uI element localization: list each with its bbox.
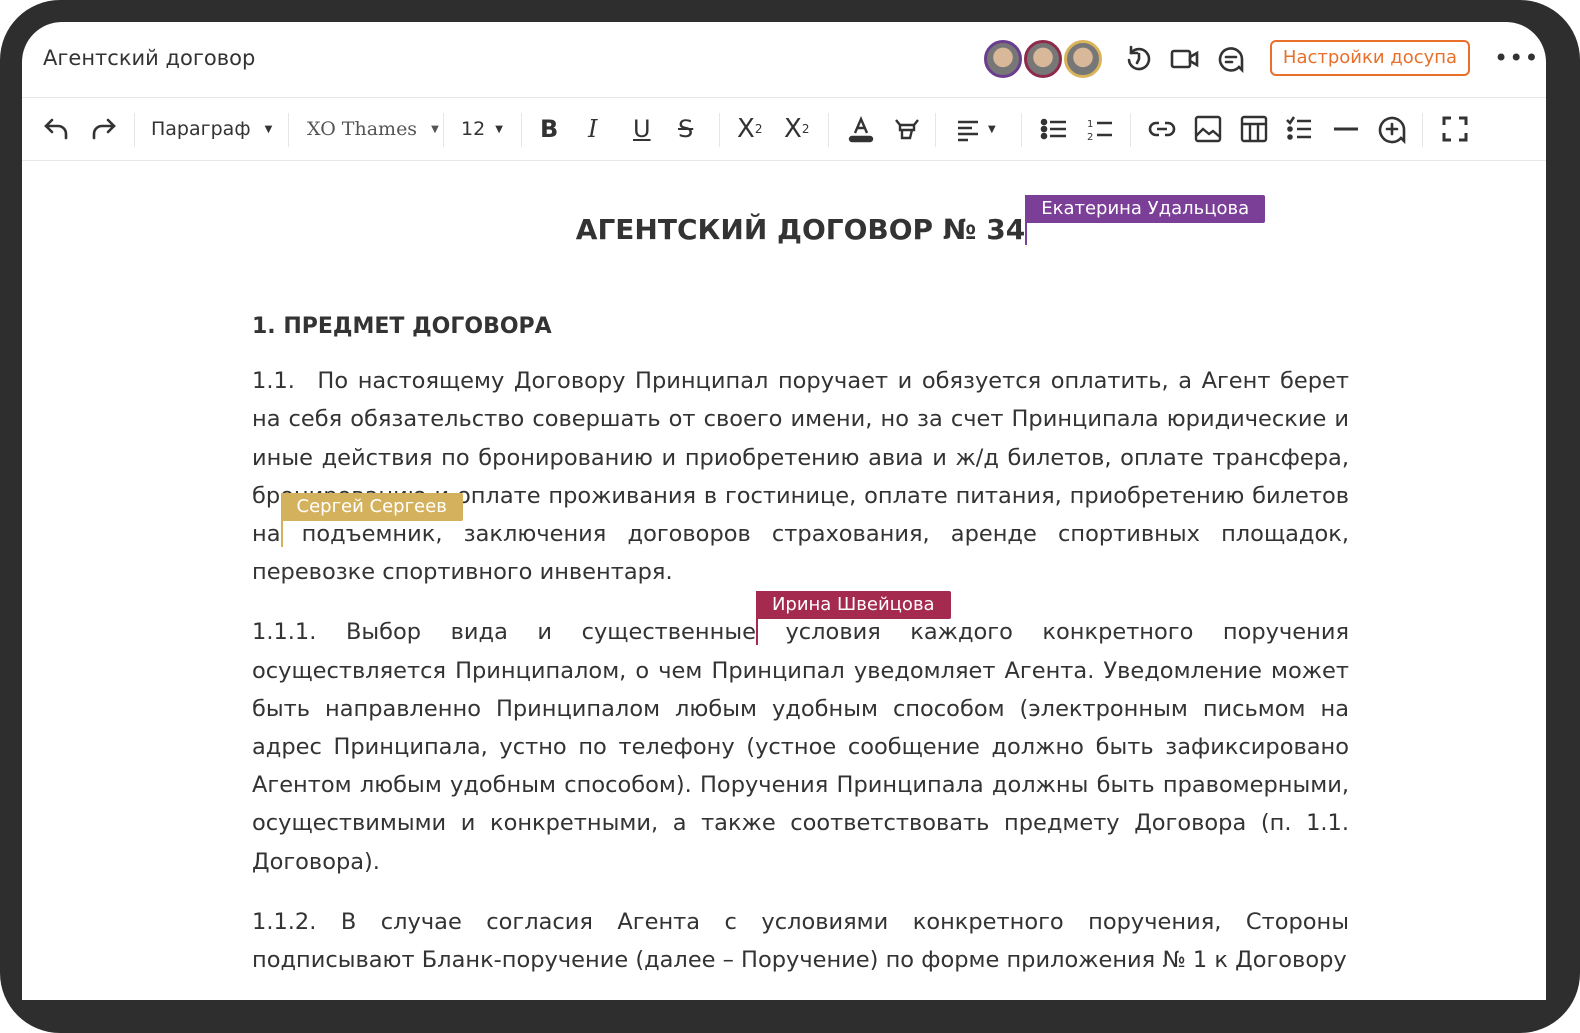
italic-icon[interactable]: I xyxy=(588,113,597,145)
cursor-label: Ирина Швейцова xyxy=(755,591,951,620)
document-title: Агентский договор xyxy=(43,46,256,70)
highlight-icon[interactable] xyxy=(892,113,922,145)
bullet-list-icon[interactable] xyxy=(1039,113,1069,145)
font-family-value: XO Thames xyxy=(307,118,418,140)
editor-window: Агентский договор Настройки досупа ••• П… xyxy=(22,22,1546,1000)
fullscreen-icon[interactable] xyxy=(1440,113,1470,145)
strikethrough-icon[interactable]: S xyxy=(678,113,693,145)
font-size-value: 12 xyxy=(461,118,486,140)
superscript-icon[interactable]: X2 xyxy=(784,113,809,145)
paragraph-style-dropdown[interactable]: Параграф ▼ xyxy=(151,113,272,145)
formatting-toolbar: Параграф ▼ XO Thames ▼ 12 ▼ B I U S X2 X2 ▼… xyxy=(22,99,1546,161)
subscript-icon[interactable]: X2 xyxy=(737,113,762,145)
undo-icon[interactable] xyxy=(42,113,72,145)
redo-icon[interactable] xyxy=(88,113,118,145)
access-settings-button[interactable]: Настройки досупа xyxy=(1270,40,1470,76)
text-color-icon[interactable] xyxy=(846,113,876,145)
add-comment-icon[interactable] xyxy=(1377,113,1407,145)
document-body[interactable]: АГЕНТСКИЙ ДОГОВОР № 34 Екатерина Удальцов… xyxy=(252,195,1349,1000)
horizontal-rule-icon[interactable] xyxy=(1331,113,1361,145)
bold-icon[interactable]: B xyxy=(540,113,558,145)
avatar[interactable] xyxy=(1064,40,1102,78)
paragraph-style-value: Параграф xyxy=(151,118,251,140)
chevron-down-icon: ▼ xyxy=(988,123,996,135)
cursor-label: Екатерина Удальцова xyxy=(1025,195,1266,223)
svg-text:2: 2 xyxy=(1087,132,1093,143)
chevron-down-icon: ▼ xyxy=(264,123,273,135)
section-heading: 1. ПРЕДМЕТ ДОГОВОРА xyxy=(252,314,552,339)
image-icon[interactable] xyxy=(1193,113,1223,145)
svg-text:1: 1 xyxy=(1087,119,1093,130)
document-heading: АГЕНТСКИЙ ДОГОВОР № 34 Екатерина Удальцов… xyxy=(252,195,1349,248)
link-icon[interactable] xyxy=(1147,113,1177,145)
paragraph: 1.1. По настоящему Договору Принципал по… xyxy=(252,368,1349,586)
comments-icon[interactable] xyxy=(1216,44,1246,74)
paragraph: 1.1.1. Выбор вида и существенные Ирина Шв… xyxy=(252,591,1349,880)
history-icon[interactable] xyxy=(1124,44,1154,74)
chevron-down-icon: ▼ xyxy=(495,123,503,135)
underline-icon[interactable]: U xyxy=(633,113,651,145)
cursor-label: Сергей Сергеев xyxy=(280,493,463,522)
align-dropdown[interactable]: ▼ xyxy=(954,113,996,145)
font-family-dropdown[interactable]: XO Thames ▼ xyxy=(307,113,439,145)
header: Агентский договор Настройки досупа ••• xyxy=(22,22,1546,98)
avatar[interactable] xyxy=(984,40,1022,78)
paragraph: 1.1.2. В случае согласия Агента с услови… xyxy=(252,908,1349,974)
checklist-icon[interactable] xyxy=(1285,113,1315,145)
numbered-list-icon[interactable]: 12 xyxy=(1085,113,1115,145)
font-size-dropdown[interactable]: 12 ▼ xyxy=(461,113,503,145)
collaborator-avatars xyxy=(984,40,1104,78)
more-icon[interactable]: ••• xyxy=(1494,44,1539,72)
avatar[interactable] xyxy=(1024,40,1062,78)
video-icon[interactable] xyxy=(1170,44,1200,74)
chevron-down-icon: ▼ xyxy=(431,123,439,135)
table-icon[interactable] xyxy=(1239,113,1269,145)
